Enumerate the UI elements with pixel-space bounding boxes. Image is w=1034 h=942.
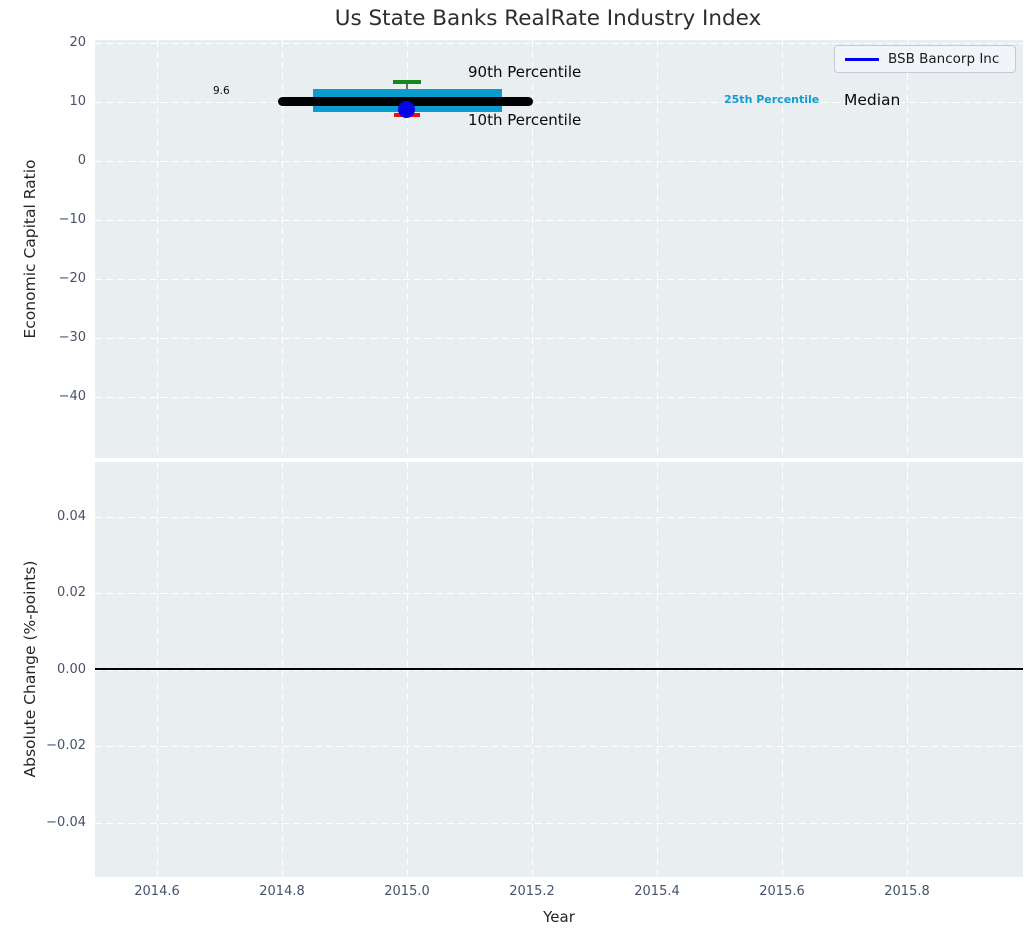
annotation-90th-percentile: 90th Percentile [468, 63, 581, 81]
gridline-h [95, 517, 1023, 518]
ytick-label: 10 [0, 93, 86, 111]
annotation-median-value: 9.6 [213, 85, 230, 97]
chart-title: Us State Banks RealRate Industry Index [335, 6, 762, 31]
annotation-10th-percentile: 10th Percentile [468, 111, 581, 129]
gridline-h [95, 161, 1023, 162]
p90-whisker-cap [393, 80, 421, 84]
gridline-h [95, 43, 1023, 44]
gridline-v [657, 40, 658, 458]
zero-baseline [95, 668, 1023, 670]
gridline-h [95, 279, 1023, 280]
xtick-label: 2014.6 [117, 884, 197, 899]
ytick-label: −10 [0, 211, 86, 229]
xtick-label: 2015.4 [617, 884, 697, 899]
ytick-label: 0.02 [0, 584, 86, 602]
gridline-h [95, 220, 1023, 221]
ytick-label: 0.04 [0, 508, 86, 526]
legend-box: BSB Bancorp Inc [834, 45, 1016, 73]
chart-figure: Us State Banks RealRate Industry Index [0, 0, 1034, 942]
legend-line-swatch [845, 58, 879, 61]
ytick-label: 20 [0, 34, 86, 52]
gridline-h [95, 670, 1023, 671]
xtick-label: 2015.6 [742, 884, 822, 899]
bottom-plot-area [95, 462, 1023, 877]
annotation-25th-percentile: 25th Percentile [724, 93, 819, 106]
y-axis-label-top: Economic Capital Ratio [21, 159, 39, 338]
xtick-label: 2015.2 [492, 884, 572, 899]
gridline-v [157, 40, 158, 458]
ytick-label: −0.04 [0, 814, 86, 832]
ytick-label: 0 [0, 152, 86, 170]
gridline-h [95, 338, 1023, 339]
xtick-label: 2015.0 [367, 884, 447, 899]
ytick-label: −30 [0, 329, 86, 347]
gridline-h [95, 746, 1023, 747]
ytick-label: −0.02 [0, 737, 86, 755]
gridline-h [95, 397, 1023, 398]
annotation-median: Median [844, 91, 900, 109]
ytick-label: −20 [0, 270, 86, 288]
x-axis-label: Year [543, 908, 575, 926]
legend-label: BSB Bancorp Inc [888, 51, 999, 67]
xtick-label: 2014.8 [242, 884, 322, 899]
company-value-marker [398, 101, 415, 118]
xtick-label: 2015.8 [867, 884, 947, 899]
y-axis-label-bottom: Absolute Change (%-points) [21, 561, 39, 778]
gridline-v [907, 40, 908, 458]
ytick-label: 0.00 [0, 661, 86, 679]
ytick-label: −40 [0, 388, 86, 406]
gridline-h [95, 593, 1023, 594]
gridline-h [95, 823, 1023, 824]
